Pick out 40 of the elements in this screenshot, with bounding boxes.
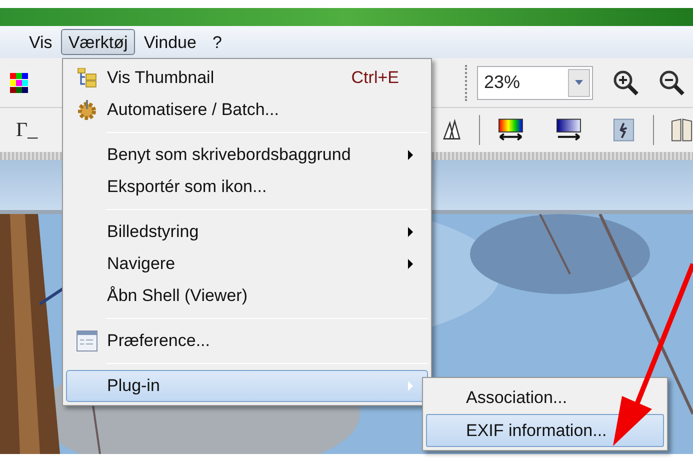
menu-item[interactable]: Automatisere / Batch... xyxy=(66,94,428,126)
gear-icon xyxy=(76,100,98,120)
window-icon xyxy=(76,330,98,352)
menu-item-label: Billedstyring xyxy=(107,221,200,244)
menu-bar-item[interactable]: Værktøj xyxy=(61,29,135,55)
menu-item[interactable]: Åbn Shell (Viewer) xyxy=(66,280,428,312)
menu-bar-item[interactable]: ? xyxy=(205,29,229,55)
triangles-icon[interactable] xyxy=(442,119,462,141)
menu-item[interactable]: Association... xyxy=(426,381,664,414)
menu-item[interactable]: EXIF information... xyxy=(426,414,664,447)
zoom-combo-box[interactable]: 23% xyxy=(477,66,593,100)
menu-item-label: Vis Thumbnail xyxy=(107,67,216,90)
menu-item[interactable]: Billedstyring xyxy=(66,216,428,248)
menu-item-label: Præference... xyxy=(107,330,211,352)
caret-down-icon xyxy=(575,80,583,85)
menu-item[interactable]: Eksportér som ikon... xyxy=(66,171,428,203)
menu-item[interactable]: Navigere xyxy=(66,248,428,280)
color-grid-icon xyxy=(10,72,28,92)
menu-item-label: Eksportér som ikon... xyxy=(107,176,268,198)
menu-item[interactable]: Benyt som skrivebordsbaggrund xyxy=(66,139,428,171)
color-spectrum-icon[interactable] xyxy=(498,118,524,142)
menu-item-label: Plug-in xyxy=(107,375,161,398)
menu-item[interactable]: Præference... xyxy=(66,325,428,357)
menu-bar-item[interactable]: Vis xyxy=(22,29,60,55)
zoom-in-icon[interactable] xyxy=(613,70,639,96)
menu-item-label: Automatisere / Batch... xyxy=(107,99,280,122)
gradient-icon[interactable] xyxy=(556,118,581,142)
dropdown-button[interactable] xyxy=(568,68,590,96)
pages-icon[interactable] xyxy=(671,118,693,142)
menu-bar-item[interactable]: Vindue xyxy=(136,29,204,55)
stamp-icon[interactable] xyxy=(612,118,634,142)
zoom-out-icon[interactable] xyxy=(659,70,685,96)
menu-item[interactable]: Vis Thumbnail Ctrl+E xyxy=(66,62,428,94)
folder-tree-icon xyxy=(77,68,97,88)
menu-item-label: Åbn Shell (Viewer) xyxy=(107,285,248,308)
tool-button[interactable]: Γ_ xyxy=(16,115,38,145)
shortcut-label: Ctrl+E xyxy=(351,67,399,90)
menu-item[interactable]: Plug-in xyxy=(66,370,428,402)
menu-item-label: Navigere xyxy=(107,253,176,276)
menu-item-label: Benyt som skrivebordsbaggrund xyxy=(107,144,352,166)
